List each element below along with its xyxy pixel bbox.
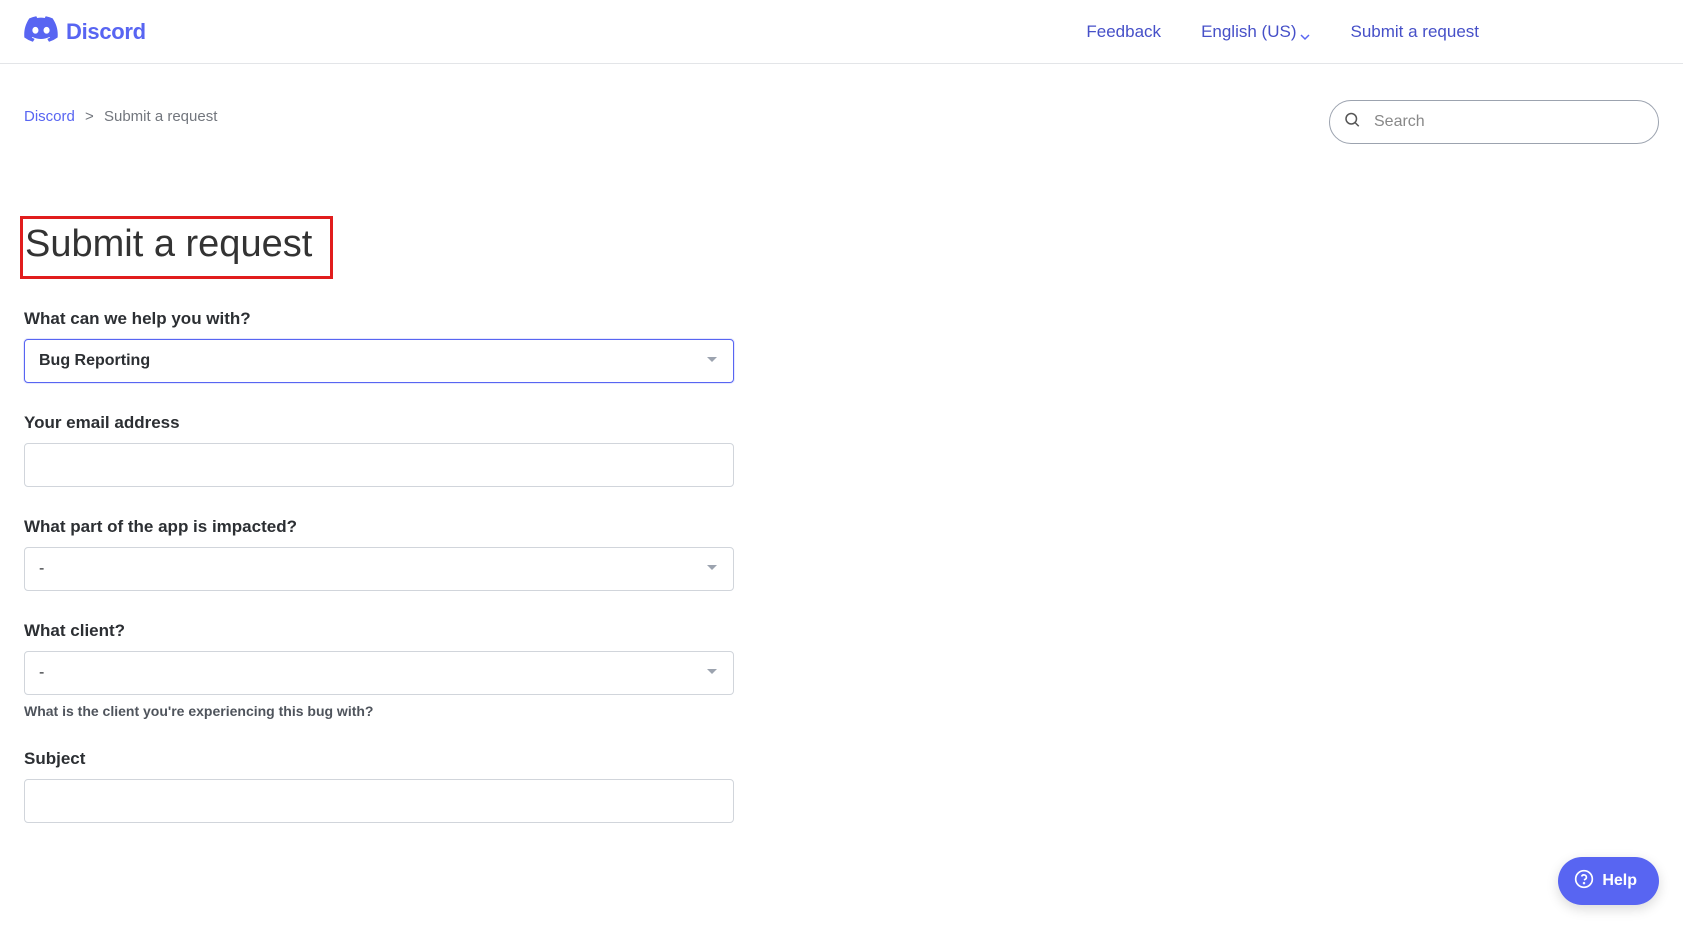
- label-client: What client?: [24, 621, 736, 641]
- caret-down-icon: [707, 560, 717, 578]
- select-help-with-value: Bug Reporting: [39, 352, 150, 370]
- field-help-with: What can we help you with? Bug Reporting: [24, 309, 736, 383]
- help-widget-button[interactable]: Help: [1558, 857, 1659, 905]
- helper-client: What is the client you're experiencing t…: [24, 703, 736, 719]
- input-email[interactable]: [24, 443, 734, 487]
- page-title: Submit a request: [25, 223, 312, 266]
- field-email: Your email address: [24, 413, 736, 487]
- site-header: Discord Feedback English (US) Submit a r…: [0, 0, 1683, 64]
- search-icon: [1343, 111, 1361, 134]
- search-input[interactable]: [1329, 100, 1659, 144]
- breadcrumb: Discord > Submit a request: [24, 108, 217, 125]
- top-nav: Feedback English (US) Submit a request: [1086, 22, 1659, 42]
- field-subject: Subject: [24, 749, 736, 823]
- select-help-with[interactable]: Bug Reporting: [24, 339, 734, 383]
- field-client: What client? - What is the client you're…: [24, 621, 736, 719]
- select-client-value: -: [39, 664, 44, 682]
- breadcrumb-current: Submit a request: [104, 108, 217, 125]
- input-subject[interactable]: [24, 779, 734, 823]
- help-icon: [1574, 869, 1594, 894]
- label-app-part: What part of the app is impacted?: [24, 517, 736, 537]
- nav-submit-request[interactable]: Submit a request: [1350, 22, 1479, 42]
- breadcrumb-root[interactable]: Discord: [24, 108, 75, 125]
- breadcrumb-separator: >: [85, 108, 94, 125]
- select-app-part-value: -: [39, 560, 44, 578]
- label-email: Your email address: [24, 413, 736, 433]
- page-title-highlight: Submit a request: [20, 216, 333, 279]
- nav-language-dropdown[interactable]: English (US): [1201, 22, 1310, 42]
- label-help-with: What can we help you with?: [24, 309, 736, 329]
- caret-down-icon: [707, 664, 717, 682]
- content-top-row: Discord > Submit a request: [0, 64, 1683, 144]
- discord-icon: [24, 16, 58, 47]
- nav-feedback[interactable]: Feedback: [1086, 22, 1161, 42]
- search-container: [1329, 100, 1659, 144]
- main-content: Submit a request What can we help you wi…: [0, 144, 760, 863]
- caret-down-icon: [707, 352, 717, 370]
- brand-logo[interactable]: Discord: [24, 16, 146, 47]
- field-app-part: What part of the app is impacted? -: [24, 517, 736, 591]
- nav-language-label: English (US): [1201, 22, 1296, 42]
- chevron-down-icon: [1300, 27, 1310, 37]
- help-widget-label: Help: [1602, 872, 1637, 890]
- label-subject: Subject: [24, 749, 736, 769]
- select-app-part[interactable]: -: [24, 547, 734, 591]
- select-client[interactable]: -: [24, 651, 734, 695]
- brand-name: Discord: [66, 19, 146, 45]
